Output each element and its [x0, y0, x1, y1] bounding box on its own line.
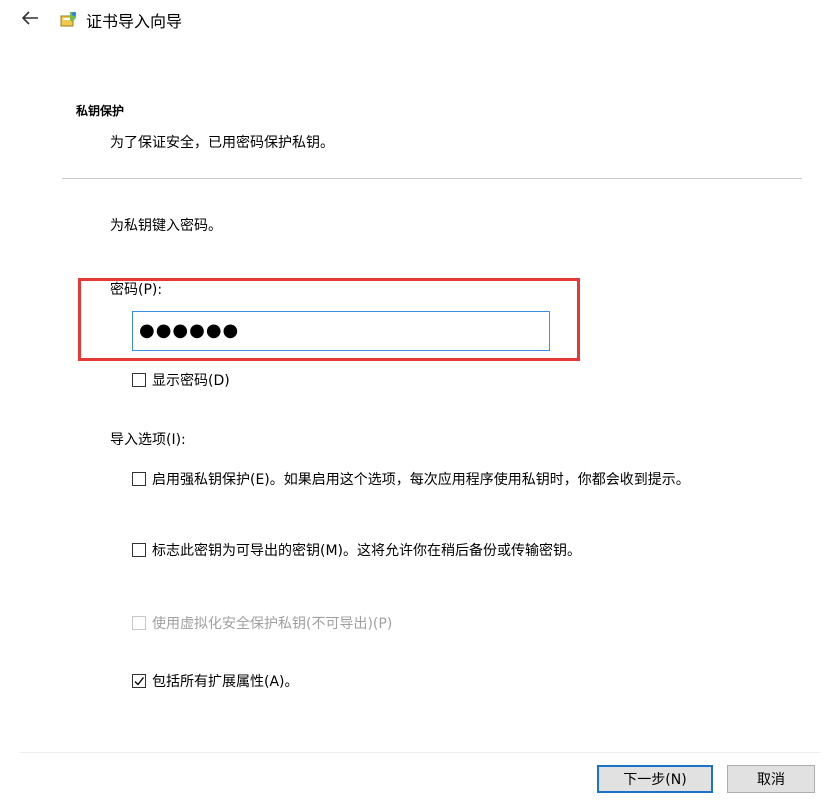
section-title: 私钥保护 — [76, 104, 125, 118]
virtualization-protection-checkbox — [132, 616, 146, 630]
show-password-option[interactable]: 显示密码(D) — [132, 371, 230, 391]
next-button[interactable]: 下一步(N) — [597, 765, 713, 793]
extended-properties-checkbox[interactable] — [132, 674, 146, 688]
virtualization-protection-option: 使用虚拟化安全保护私钥(不可导出)(P) — [132, 614, 392, 634]
import-options-label: 导入选项(I): — [110, 432, 186, 448]
wizard-title: 证书导入向导 — [86, 12, 183, 31]
extended-properties-label: 包括所有扩展属性(A)。 — [152, 674, 299, 690]
strong-protection-option[interactable]: 启用强私钥保护(E)。如果启用这个选项，每次应用程序使用私钥时，你都会收到提示。 — [132, 470, 742, 490]
virtualization-protection-label: 使用虚拟化安全保护私钥(不可导出)(P) — [152, 616, 393, 632]
exportable-key-option[interactable]: 标志此密钥为可导出的密钥(M)。这将允许你在稍后备份或传输密钥。 — [132, 541, 581, 561]
strong-protection-checkbox[interactable] — [132, 472, 146, 486]
certificate-import-wizard: 证书导入向导 私钥保护 为了保证安全，已用密码保护私钥。 为私钥键入密码。 密码… — [0, 0, 827, 800]
certificate-wizard-icon — [58, 8, 80, 30]
extended-properties-option[interactable]: 包括所有扩展属性(A)。 — [132, 672, 299, 692]
exportable-key-checkbox[interactable] — [132, 543, 146, 557]
header-divider — [62, 178, 802, 179]
back-arrow-icon[interactable] — [18, 6, 42, 30]
password-prompt: 为私钥键入密码。 — [110, 218, 222, 234]
password-input[interactable]: ●●●●●● — [132, 311, 550, 351]
footer-divider — [20, 752, 820, 753]
section-description: 为了保证安全，已用密码保护私钥。 — [110, 135, 334, 151]
checkmark-icon — [134, 677, 145, 686]
exportable-key-label: 标志此密钥为可导出的密钥(M)。这将允许你在稍后备份或传输密钥。 — [152, 543, 582, 559]
cancel-button[interactable]: 取消 — [727, 765, 815, 793]
strong-protection-label: 启用强私钥保护(E)。如果启用这个选项，每次应用程序使用私钥时，你都会收到提示。 — [152, 472, 690, 488]
show-password-checkbox[interactable] — [132, 373, 146, 387]
show-password-label: 显示密码(D) — [152, 373, 230, 389]
password-label: 密码(P): — [110, 282, 163, 298]
